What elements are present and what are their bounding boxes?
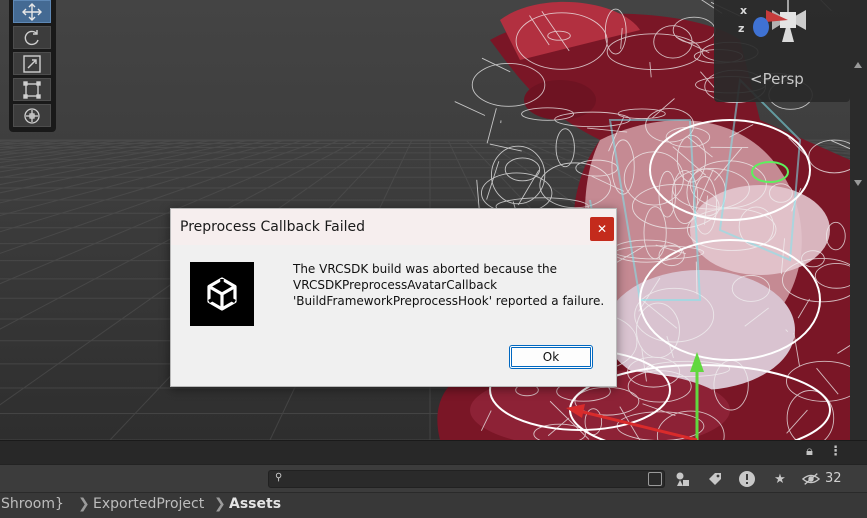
lock-icon[interactable]: 🔒︎	[806, 444, 813, 459]
breadcrumb-separator-icon: ❯	[214, 496, 226, 512]
unity-logo-icon	[190, 262, 254, 326]
projection-label: Persp	[763, 70, 804, 88]
breadcrumb-item[interactable]: Shroom}	[1, 496, 64, 512]
close-icon: ✕	[597, 222, 607, 236]
dialog-message-line: The VRCSDK build was aborted because the	[293, 261, 613, 277]
dialog-title: Preprocess Callback Failed	[180, 219, 365, 235]
breadcrumb-item[interactable]: ExportedProject	[93, 496, 204, 512]
search-mode-icon[interactable]	[648, 472, 662, 486]
breadcrumb-item-current[interactable]: Assets	[229, 496, 281, 512]
dialog-message-line: 'BuildFrameworkPreprocessHook' reported …	[293, 293, 613, 309]
scroll-up-icon	[854, 62, 862, 68]
project-toolbar: ⚲ ★ 32	[0, 464, 867, 493]
transform-tools-palette	[9, 0, 56, 132]
dialog-message-line: VRCSDKPreprocessAvatarCallback	[293, 277, 613, 293]
dialog-close-button[interactable]: ✕	[590, 217, 614, 241]
transform-tool-button[interactable]	[13, 104, 51, 127]
more-options-icon[interactable]: ⋮	[829, 444, 842, 459]
dialog-message: The VRCSDK build was aborted because the…	[293, 261, 613, 309]
axis-gizmo-icon	[744, 0, 824, 55]
favorites-star-icon[interactable]: ★	[771, 470, 789, 488]
ok-button[interactable]: Ok	[509, 345, 593, 369]
gizmo-z-label: z	[738, 22, 744, 35]
breadcrumb-separator-icon: ❯	[78, 496, 90, 512]
filter-by-label-icon[interactable]	[706, 470, 724, 488]
ok-button-label: Ok	[543, 350, 559, 364]
project-panel-header: 🔒︎ ⋮	[0, 440, 867, 465]
scroll-down-icon	[854, 180, 862, 186]
error-dialog: Preprocess Callback Failed ✕ The VRCSDK …	[170, 208, 617, 387]
rect-tool-icon	[22, 81, 42, 99]
projection-toggle[interactable]: <Persp	[750, 70, 804, 88]
move-tool-icon	[22, 3, 42, 21]
scene-right-scrollbar[interactable]	[850, 0, 867, 440]
transform-tool-icon	[22, 107, 42, 125]
move-tool-button[interactable]	[13, 0, 51, 23]
orientation-gizmo[interactable]: x z <Persp	[714, 0, 850, 102]
search-input[interactable]: ⚲	[268, 470, 665, 488]
gizmo-x-label: x	[740, 4, 747, 17]
rect-tool-button[interactable]	[13, 78, 51, 101]
hidden-count: 32	[825, 471, 842, 486]
dialog-titlebar: Preprocess Callback Failed ✕	[171, 209, 616, 245]
search-icon: ⚲	[275, 472, 282, 483]
hidden-packages-icon[interactable]	[802, 470, 820, 488]
scale-tool-button[interactable]	[13, 52, 51, 75]
rotate-tool-button[interactable]	[13, 26, 51, 49]
scale-tool-icon	[22, 55, 42, 73]
warning-filter-icon[interactable]	[738, 470, 756, 488]
filter-by-type-icon[interactable]	[674, 470, 692, 488]
rotate-tool-icon	[22, 29, 42, 47]
breadcrumb: Shroom} ❯ ExportedProject ❯ Assets	[0, 492, 867, 518]
